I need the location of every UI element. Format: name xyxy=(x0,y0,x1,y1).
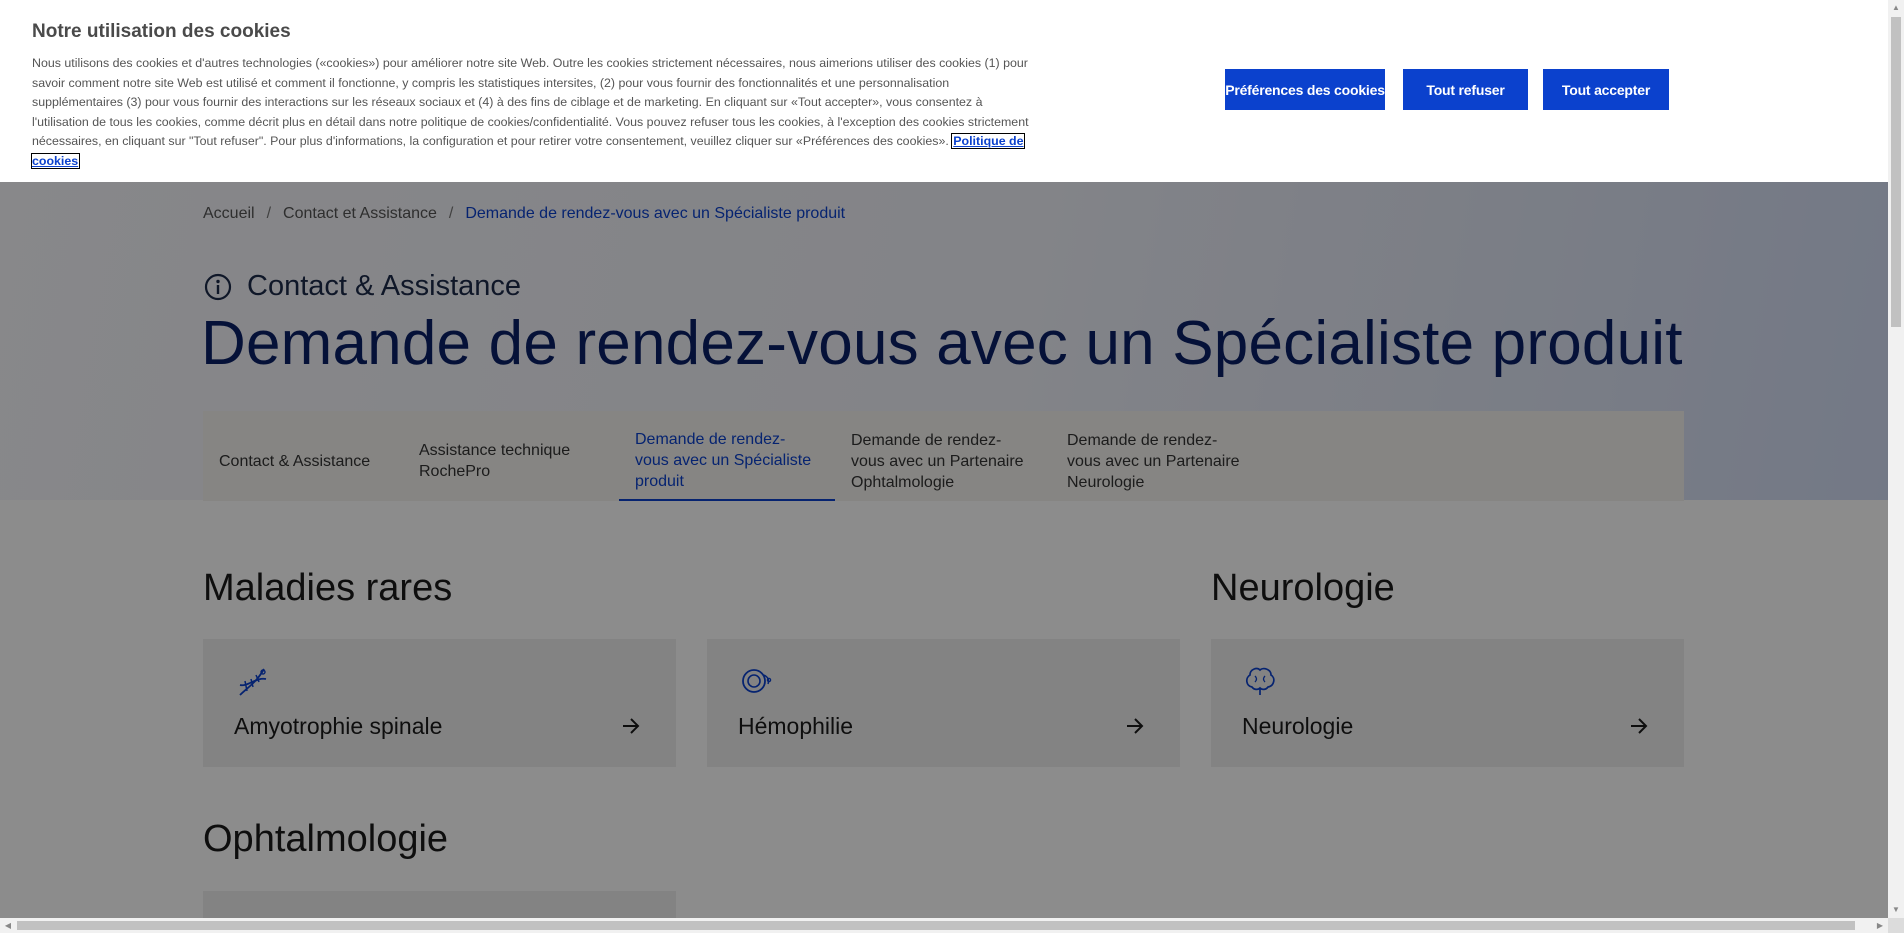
cookie-banner-body: Nous utilisons des cookies et d'autres t… xyxy=(32,56,1029,149)
horizontal-scrollbar[interactable]: ◀ ▶ xyxy=(0,918,1888,933)
cookie-banner: Notre utilisation des cookies Nous utili… xyxy=(0,0,1888,182)
accept-all-button[interactable]: Tout accepter xyxy=(1543,69,1669,110)
vertical-scrollbar[interactable]: ▲ ▼ xyxy=(1888,0,1904,918)
scrollbar-corner xyxy=(1888,918,1904,933)
scroll-down-arrow-icon[interactable]: ▼ xyxy=(1888,902,1904,918)
cookie-banner-title: Notre utilisation des cookies xyxy=(32,21,291,42)
scroll-left-arrow-icon[interactable]: ◀ xyxy=(0,918,16,933)
refuse-all-button[interactable]: Tout refuser xyxy=(1403,69,1528,110)
cookie-preferences-button[interactable]: Préférences des cookies xyxy=(1225,69,1385,110)
horizontal-scrollbar-thumb[interactable] xyxy=(17,921,1855,930)
vertical-scrollbar-thumb[interactable] xyxy=(1891,17,1901,327)
scroll-right-arrow-icon[interactable]: ▶ xyxy=(1872,918,1888,933)
cookie-banner-text: Nous utilisons des cookies et d'autres t… xyxy=(31,54,1032,172)
scroll-up-arrow-icon[interactable]: ▲ xyxy=(1888,0,1904,16)
